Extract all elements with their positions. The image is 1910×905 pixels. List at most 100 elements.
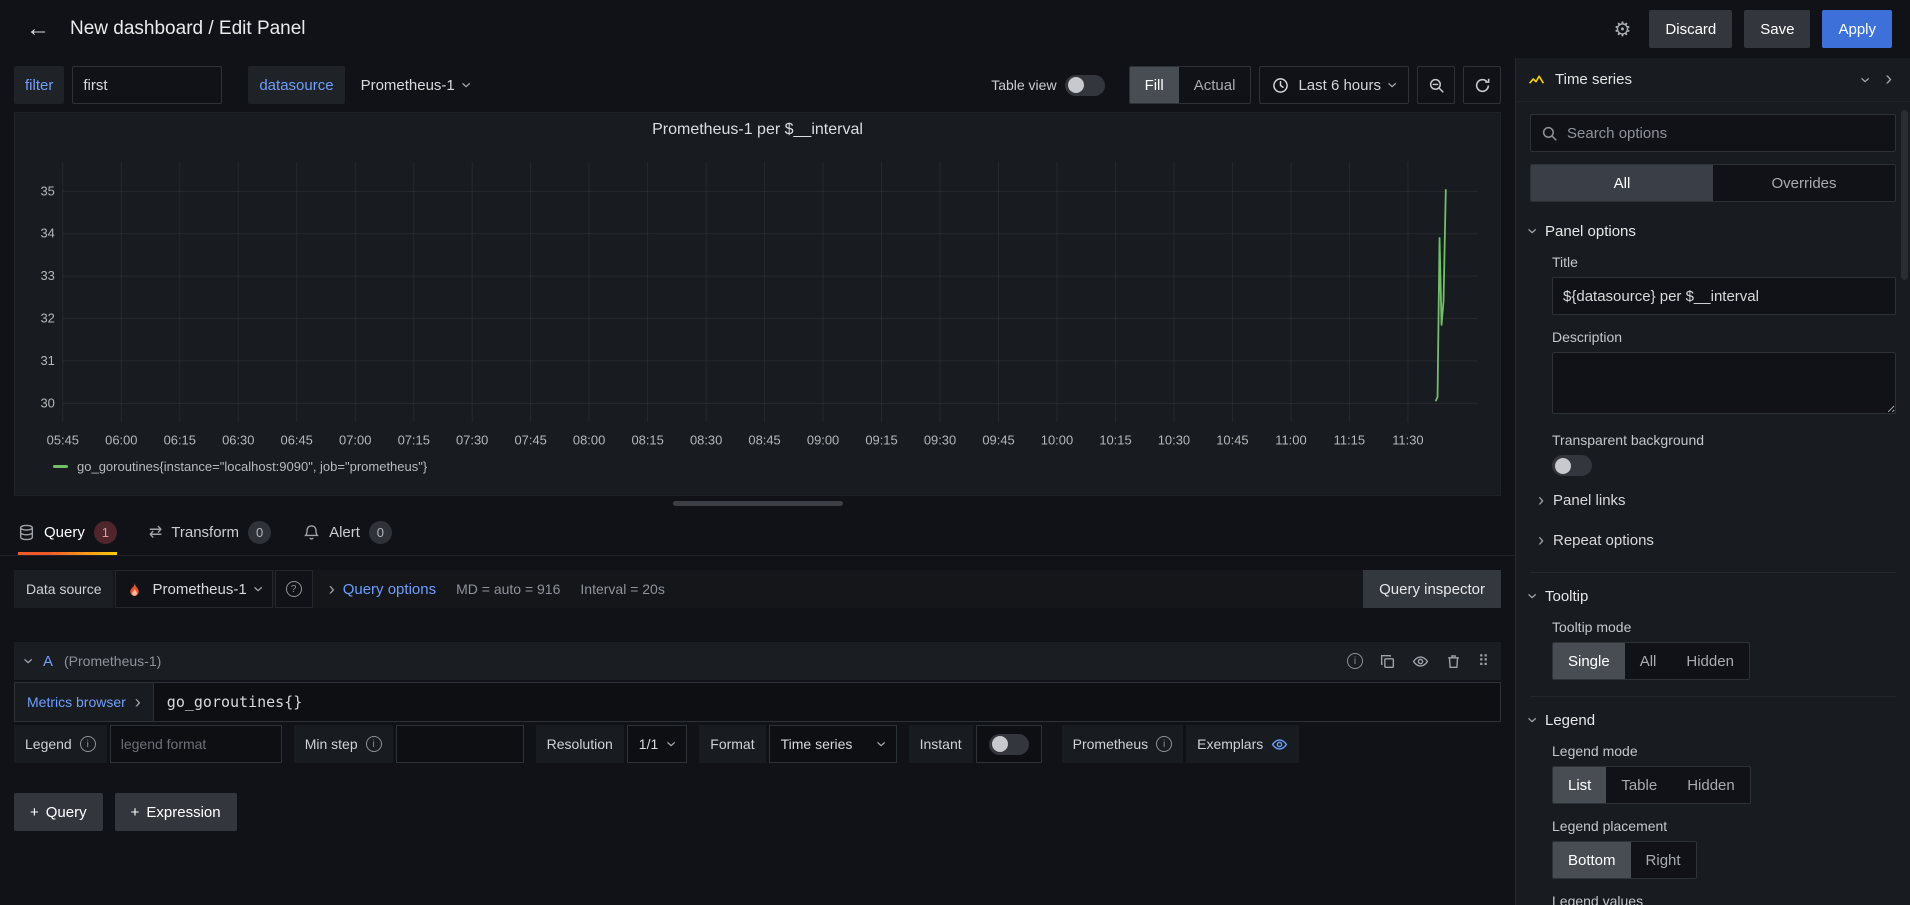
datasource-row: Data source Prometheus-1 › ? › Query opt… xyxy=(14,570,1501,608)
tooltip-mode-hidden[interactable]: Hidden xyxy=(1671,643,1749,679)
filter-tab-overrides[interactable]: Overrides xyxy=(1713,165,1895,201)
transparent-background-toggle[interactable] xyxy=(1552,455,1592,476)
legend-mode-list[interactable]: List xyxy=(1553,767,1606,803)
filter-variable-input[interactable] xyxy=(72,66,222,104)
datasource-variable-picker[interactable]: Prometheus-1 › xyxy=(353,66,478,104)
visualization-picker[interactable]: Time series › xyxy=(1528,71,1869,89)
min-step-input[interactable] xyxy=(396,725,524,763)
panel-title-input[interactable] xyxy=(1552,277,1896,315)
svg-text:31: 31 xyxy=(40,353,54,368)
add-expression-button[interactable]: +Expression xyxy=(115,793,237,831)
datasource-label: Data source xyxy=(14,570,113,608)
plus-icon: + xyxy=(30,804,39,821)
legend-mode-hidden[interactable]: Hidden xyxy=(1672,767,1750,803)
add-expression-label: Expression xyxy=(146,804,220,821)
svg-text:10:30: 10:30 xyxy=(1158,432,1190,447)
panel-toolbar: filter datasource Prometheus-1 › Table v… xyxy=(0,58,1515,112)
query-row-collapse[interactable]: › xyxy=(20,658,38,664)
arrow-left-icon: ← xyxy=(26,15,50,42)
fill-button[interactable]: Fill xyxy=(1130,67,1179,103)
instant-toggle[interactable] xyxy=(989,734,1029,755)
timeseries-plot[interactable]: 05:4506:0006:1506:3006:4507:0007:1507:30… xyxy=(25,149,1490,457)
tooltip-mode-label: Tooltip mode xyxy=(1552,619,1896,635)
tooltip-mode-all[interactable]: All xyxy=(1625,643,1672,679)
apply-button[interactable]: Apply xyxy=(1822,10,1892,48)
legend-placement-label: Legend placement xyxy=(1552,818,1896,834)
editor-tabs: Query 1 ⇄ Transform 0 Alert 0 xyxy=(0,510,1515,556)
svg-text:34: 34 xyxy=(40,226,54,241)
zoom-out-icon xyxy=(1428,77,1445,94)
svg-text:07:00: 07:00 xyxy=(339,432,371,447)
metrics-browser-label: Metrics browser xyxy=(27,694,126,710)
add-query-button[interactable]: +Query xyxy=(14,793,103,831)
section-title: Tooltip xyxy=(1545,588,1588,605)
query-options-toggle[interactable]: › Query options xyxy=(329,580,436,598)
transform-count-badge: 0 xyxy=(248,521,271,544)
clock-icon xyxy=(1272,77,1289,94)
format-value: Time series xyxy=(781,736,853,752)
query-inspector-button[interactable]: Query inspector xyxy=(1363,570,1501,608)
panel-resize-handle[interactable] xyxy=(673,501,843,506)
prometheus-flame-icon xyxy=(126,581,143,598)
svg-text:08:45: 08:45 xyxy=(748,432,780,447)
exemplars-label: Exemplars xyxy=(1197,736,1263,752)
exemplars-eye-icon[interactable] xyxy=(1271,736,1288,753)
svg-text:09:00: 09:00 xyxy=(807,432,839,447)
table-view-toggle[interactable] xyxy=(1065,75,1105,96)
description-label: Description xyxy=(1552,329,1896,345)
panel-links-row[interactable]: › Panel links xyxy=(1538,484,1896,516)
tab-transform[interactable]: ⇄ Transform 0 xyxy=(149,510,271,555)
collapse-options-button[interactable]: › xyxy=(1879,66,1898,93)
svg-text:10:15: 10:15 xyxy=(1099,432,1131,447)
resolution-select[interactable]: 1/1 › xyxy=(627,725,687,763)
tab-alert[interactable]: Alert 0 xyxy=(303,510,392,555)
refresh-button[interactable] xyxy=(1463,66,1501,104)
options-search-input[interactable] xyxy=(1567,125,1885,142)
zoom-out-button[interactable] xyxy=(1417,66,1455,104)
filter-tab-all[interactable]: All xyxy=(1531,165,1713,201)
metrics-browser-button[interactable]: Metrics browser › xyxy=(14,682,153,722)
panel-description-input[interactable] xyxy=(1552,352,1896,414)
drag-handle-icon[interactable]: ⠿ xyxy=(1478,652,1489,670)
repeat-options-row[interactable]: › Repeat options xyxy=(1538,524,1896,556)
transparent-background-label: Transparent background xyxy=(1552,432,1896,448)
legend-mode-table[interactable]: Table xyxy=(1606,767,1672,803)
query-ref-id: A xyxy=(43,653,53,670)
delete-query-trash-icon[interactable] xyxy=(1445,653,1462,670)
datasource-help-button[interactable]: ? xyxy=(275,570,313,608)
section-title: Panel options xyxy=(1545,223,1636,240)
svg-text:06:00: 06:00 xyxy=(105,432,137,447)
datasource-picker[interactable]: Prometheus-1 › xyxy=(115,570,272,608)
legend-placement-bottom[interactable]: Bottom xyxy=(1553,842,1631,878)
tab-label: Transform xyxy=(171,524,239,541)
legend-placement-right[interactable]: Right xyxy=(1631,842,1696,878)
legend-item[interactable]: go_goroutines{instance="localhost:9090",… xyxy=(25,459,1490,474)
refresh-icon xyxy=(1474,77,1491,94)
save-button[interactable]: Save xyxy=(1744,10,1810,48)
tooltip-section: › Tooltip Tooltip mode Single All Hidden xyxy=(1530,572,1896,680)
min-step-label: Min step xyxy=(305,736,358,752)
tooltip-mode-single[interactable]: Single xyxy=(1553,643,1625,679)
legend-section-header[interactable]: › Legend xyxy=(1530,711,1896,729)
back-button[interactable]: ← xyxy=(18,13,58,45)
sidebar-scrollbar-thumb[interactable] xyxy=(1901,110,1908,280)
legend-format-input[interactable] xyxy=(110,725,282,763)
legend-section: › Legend Legend mode List Table Hidden L… xyxy=(1530,696,1896,905)
hide-query-eye-icon[interactable] xyxy=(1412,653,1429,670)
svg-text:08:30: 08:30 xyxy=(690,432,722,447)
format-select[interactable]: Time series › xyxy=(769,725,897,763)
actual-button[interactable]: Actual xyxy=(1179,67,1251,103)
panel-options-header[interactable]: › Panel options xyxy=(1530,222,1896,240)
tab-query[interactable]: Query 1 xyxy=(18,510,117,555)
settings-button[interactable]: ⚙ xyxy=(1607,13,1637,46)
discard-button[interactable]: Discard xyxy=(1649,10,1732,48)
visualization-name: Time series xyxy=(1555,71,1632,88)
duplicate-query-icon[interactable] xyxy=(1379,653,1396,670)
edit-pane: filter datasource Prometheus-1 › Table v… xyxy=(0,58,1515,905)
query-expression-input[interactable]: go_goroutines{} xyxy=(153,682,1501,722)
query-help-icon[interactable]: i xyxy=(1347,653,1363,669)
tooltip-section-header[interactable]: › Tooltip xyxy=(1530,587,1896,605)
svg-text:07:15: 07:15 xyxy=(398,432,430,447)
time-range-picker[interactable]: Last 6 hours › xyxy=(1259,66,1409,104)
query-expression-row: Metrics browser › go_goroutines{} xyxy=(14,682,1501,722)
